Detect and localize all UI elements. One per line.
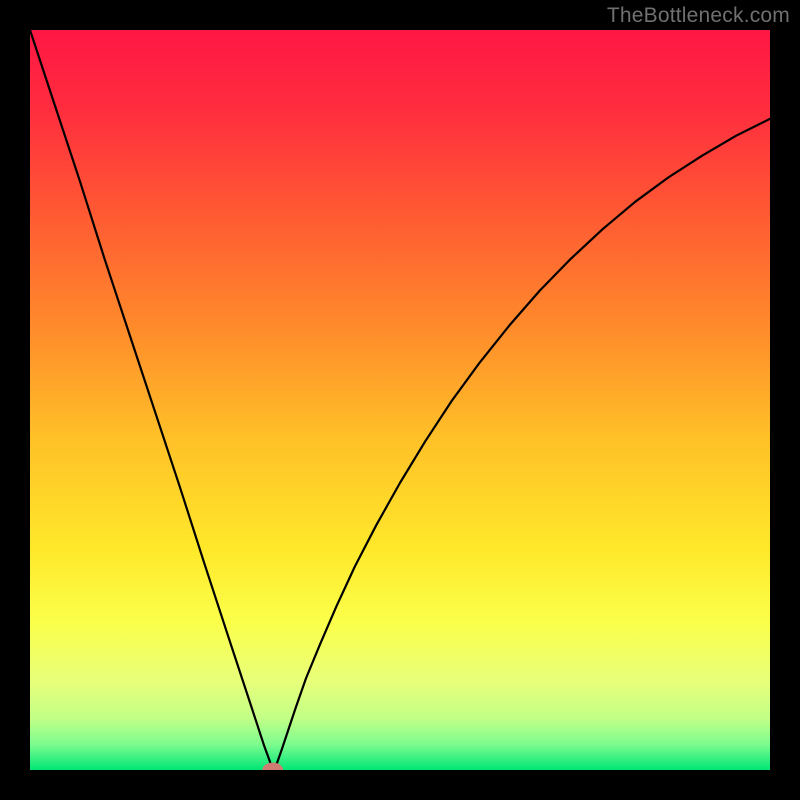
chart-background: [30, 30, 770, 770]
chart-svg: [30, 30, 770, 770]
chart-plot-area: [30, 30, 770, 770]
watermark-label: TheBottleneck.com: [607, 4, 790, 28]
chart-frame: TheBottleneck.com: [0, 0, 800, 800]
